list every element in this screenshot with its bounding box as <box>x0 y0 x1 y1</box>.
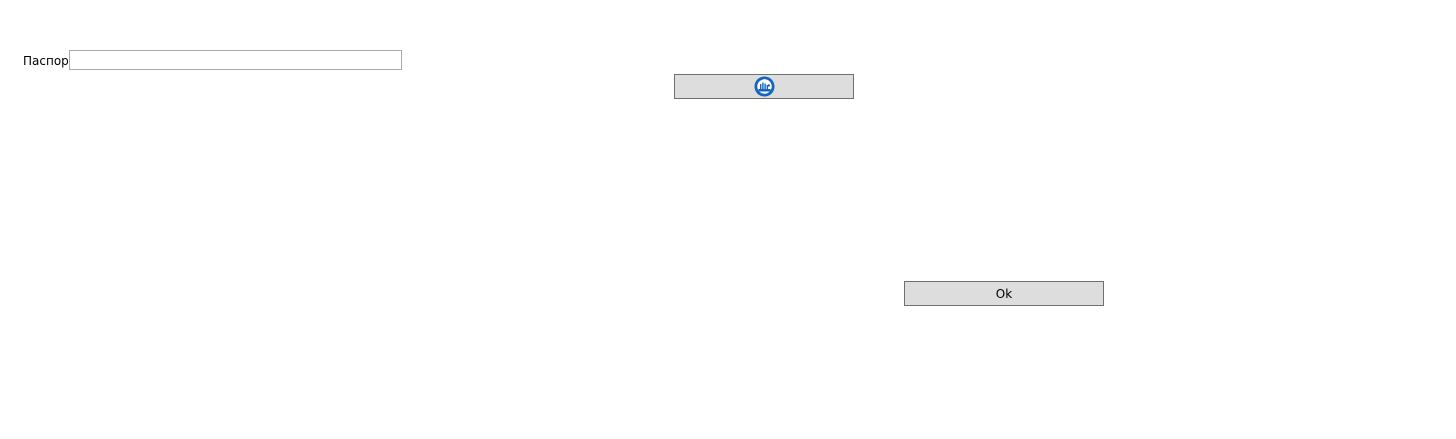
passport-input[interactable] <box>69 50 402 70</box>
scan-document-button[interactable] <box>674 74 854 99</box>
ok-button[interactable]: Ok <box>904 281 1104 306</box>
dialog-window: Паспорт Ok <box>0 0 1456 439</box>
passport-label: Паспорт <box>23 54 76 68</box>
document-scanner-icon <box>754 76 774 97</box>
